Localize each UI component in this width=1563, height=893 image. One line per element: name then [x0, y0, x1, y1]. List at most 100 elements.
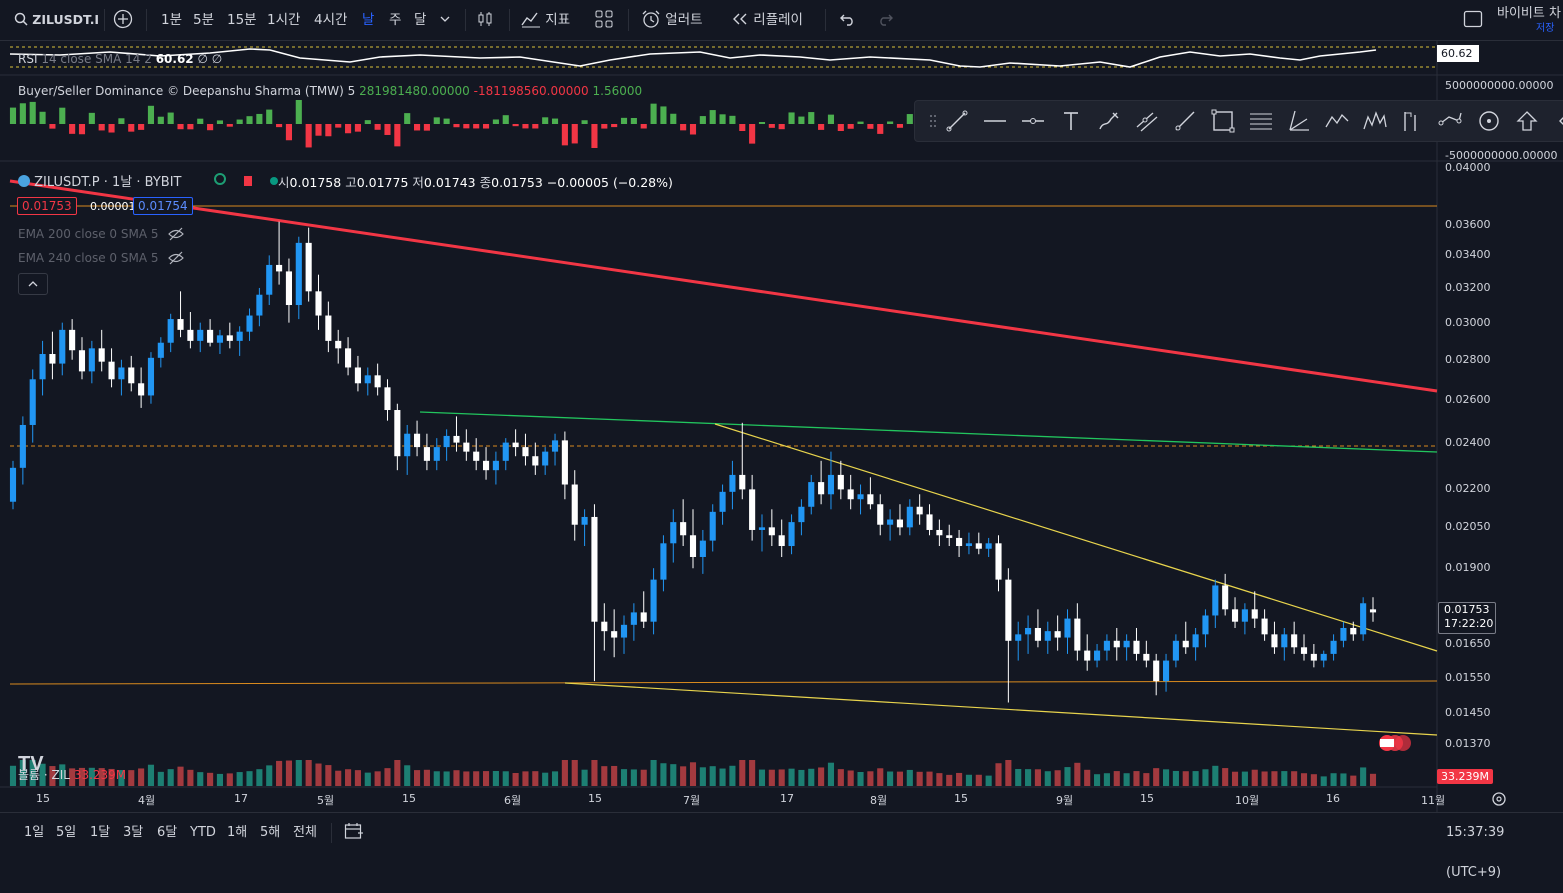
volume-bar [926, 771, 933, 786]
candle-body [49, 354, 56, 364]
candle-body [936, 529, 943, 536]
close-value: 0.01753 [491, 175, 543, 190]
range-all[interactable]: 전체 [293, 813, 317, 853]
dominance-legend[interactable]: Buyer/Seller Dominance © Deepanshu Sharm… [18, 84, 642, 98]
volume-bar [1369, 773, 1377, 786]
range-5y[interactable]: 5해 [260, 813, 280, 853]
ema-240-legend[interactable]: EMA 240 close 0 SMA 5 [18, 251, 185, 265]
volume-bar [857, 771, 864, 786]
replay-button[interactable]: 리플레이 [731, 0, 803, 40]
volume-bar [660, 763, 667, 786]
candle-body [611, 631, 618, 638]
dominance-bar [630, 117, 637, 124]
layouts-button[interactable] [595, 0, 613, 40]
elliott-wave-tool-icon[interactable] [1361, 107, 1389, 135]
fullscreen-toggle[interactable] [1463, 0, 1483, 40]
top-toolbar: ZILUSDT.I 1분 5분 15분 1시간 4시간 날 주 달 지표 얼러트… [0, 0, 1563, 41]
alerts-button[interactable]: 얼러트 [641, 0, 703, 40]
volume-bar [758, 769, 766, 786]
candle-body [1044, 631, 1051, 641]
trend-line-tool-icon[interactable] [943, 107, 971, 135]
undo-button[interactable] [839, 0, 857, 40]
dominance-bar [335, 124, 342, 128]
rsi-legend[interactable]: RSI 14 close SMA 14 2 60.62 ∅ ∅ [18, 52, 222, 66]
range-1d[interactable]: 1일 [24, 813, 44, 853]
undo-icon [840, 14, 853, 26]
timeframe-1w[interactable]: 주 [389, 0, 401, 40]
dominance-bar [394, 124, 401, 147]
low-label: 저 [412, 175, 424, 190]
timeframe-1m[interactable]: 1분 [161, 0, 182, 40]
range-6m[interactable]: 6달 [157, 813, 177, 853]
timeframe-1h[interactable]: 1시간 [267, 0, 300, 40]
range-3m[interactable]: 3달 [123, 813, 143, 853]
volume-bar [138, 768, 145, 786]
candle-body [1143, 653, 1150, 661]
chart-type-button[interactable] [476, 0, 494, 40]
range-1m[interactable]: 1달 [90, 813, 110, 853]
collapse-legend-button[interactable] [18, 273, 48, 295]
candle-body [758, 527, 766, 530]
indicators-button[interactable]: 지표 [521, 0, 570, 40]
timeframe-15m[interactable]: 15분 [227, 0, 257, 40]
symbol-search-button[interactable]: ZILUSDT.I [14, 0, 99, 40]
rectangle-tool-icon[interactable] [1209, 107, 1237, 135]
buy-price-button[interactable]: 0.01754 [133, 197, 193, 215]
dominance-bar [768, 124, 775, 128]
drag-handle-icon[interactable] [919, 107, 936, 135]
candle-body [926, 514, 933, 530]
horizontal-line-tool-icon[interactable] [981, 107, 1009, 135]
timeframe-5m[interactable]: 5분 [193, 0, 214, 40]
horizontal-ray-tool-icon[interactable] [1019, 107, 1047, 135]
candle-body [1182, 640, 1189, 648]
symbol-legend[interactable]: ZILUSDT.P · 1날 · BYBIT [18, 171, 182, 190]
range-ytd[interactable]: YTD [190, 813, 216, 853]
go-to-date-button[interactable] [344, 813, 364, 853]
text-tool-icon[interactable] [1057, 107, 1085, 135]
timeframe-4h[interactable]: 4시간 [314, 0, 347, 40]
gear-icon[interactable] [1492, 792, 1506, 806]
dominance-bar [867, 124, 874, 129]
candle-body [551, 440, 559, 452]
timeframe-1M[interactable]: 달 [414, 0, 426, 40]
timeframe-dropdown[interactable] [440, 0, 450, 40]
volume-legend[interactable]: 볼륨 · ZIL 33.239M [18, 766, 126, 783]
ema-200-legend[interactable]: EMA 200 close 0 SMA 5 [18, 227, 185, 241]
volume-bar [256, 769, 263, 786]
candle-body [640, 612, 647, 622]
sell-price-button[interactable]: 0.01753 [17, 197, 77, 215]
ray-tool-icon[interactable] [1171, 107, 1199, 135]
more-tools-icon[interactable] [1549, 107, 1563, 135]
compare-symbol-button[interactable] [113, 0, 133, 40]
fib-retracement-tool-icon[interactable] [1247, 107, 1275, 135]
eye-off-icon[interactable] [168, 251, 185, 265]
candle-body [591, 516, 598, 622]
circle-tool-icon[interactable] [1475, 107, 1503, 135]
brush-tool-icon[interactable] [1095, 107, 1123, 135]
arrow-up-tool-icon[interactable] [1513, 107, 1541, 135]
dominance-bar [453, 124, 460, 128]
event-marker-icon[interactable] [1395, 735, 1411, 751]
parallel-channel-tool-icon[interactable] [1133, 107, 1161, 135]
clock-timezone[interactable]: 15:37:39 (UTC+9) [1446, 813, 1563, 880]
gann-fan-tool-icon[interactable] [1285, 107, 1313, 135]
timeframe-1d[interactable]: 날 [362, 0, 374, 40]
dominance-bar [532, 124, 539, 129]
redo-button[interactable] [876, 0, 894, 40]
dominance-bar [611, 124, 618, 128]
forecast-tool-icon[interactable] [1399, 107, 1427, 135]
volume-bar [1202, 769, 1209, 786]
market-status-icon[interactable] [214, 173, 278, 188]
range-5d[interactable]: 5일 [56, 813, 76, 853]
eye-off-icon[interactable] [168, 227, 185, 241]
candle-body [78, 350, 86, 372]
path-tool-icon[interactable] [1437, 107, 1465, 135]
volume-bar [374, 771, 381, 786]
candle-body [305, 242, 312, 292]
xabcd-pattern-tool-icon[interactable] [1323, 107, 1351, 135]
dominance-bar [699, 116, 706, 124]
chart-canvas[interactable]: TV [0, 40, 1563, 852]
range-1y[interactable]: 1해 [227, 813, 247, 853]
open-label: 시 [278, 175, 290, 190]
time-axis-label: 7월 [683, 794, 701, 807]
